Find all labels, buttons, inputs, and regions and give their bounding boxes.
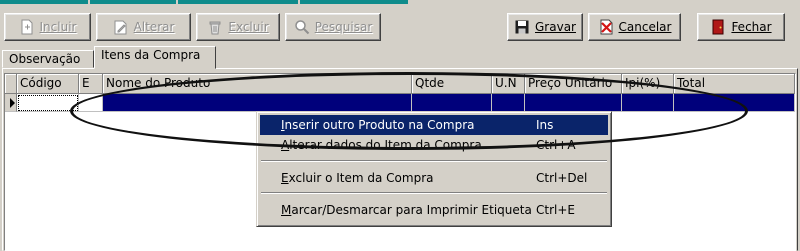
menu-item-excluir-item[interactable]: Excluir o Item da Compra Ctrl+Del (260, 168, 608, 188)
excluir-button[interactable]: Excluir (196, 13, 280, 41)
menu-item-shortcut: Ctrl+A (536, 138, 576, 152)
trash-icon (207, 19, 223, 35)
gravar-button[interactable]: Gravar (507, 13, 583, 41)
menu-item-shortcut: Ins (536, 118, 554, 132)
menu-item-marcar-etiqueta[interactable]: Marcar/Desmarcar para Imprimir Etiqueta … (260, 200, 608, 220)
pesquisar-button[interactable]: Pesquisar (285, 13, 381, 41)
current-row-arrow-icon (10, 98, 15, 108)
cancelar-button[interactable]: Cancelar (588, 13, 681, 41)
column-header-nome-do-produto[interactable]: Nome do Produto (103, 74, 412, 94)
tab-strip: Observação Itens da Compra (0, 46, 800, 69)
cell-qtde[interactable] (412, 94, 492, 112)
menu-item-alterar-item[interactable]: Alterar dados do Item da Compra Ctrl+A (260, 135, 608, 155)
incluir-label: Incluir (39, 20, 77, 34)
menu-item-label: Marcar/Desmarcar para Imprimir Etiqueta (281, 203, 532, 217)
cell-ipi[interactable] (622, 94, 674, 112)
tab-itens-da-compra-label: Itens da Compra (101, 48, 201, 62)
excluir-label: Excluir (228, 20, 269, 34)
tab-observacao-label: Observação (9, 52, 81, 66)
column-header-codigo[interactable]: Código (17, 74, 79, 94)
header-indicator-cell (5, 74, 17, 94)
cell-un[interactable] (492, 94, 525, 112)
table-row[interactable] (5, 94, 795, 112)
tab-observacao[interactable]: Observação (2, 50, 94, 68)
row-indicator (5, 94, 17, 112)
tab-itens-da-compra[interactable]: Itens da Compra (94, 46, 216, 69)
menu-item-label: Alterar dados do Item da Compra (281, 138, 482, 152)
gravar-label: Gravar (535, 20, 576, 34)
cancel-document-icon (598, 19, 614, 35)
column-header-total[interactable]: Total (674, 74, 795, 94)
cell-total[interactable] (674, 94, 795, 112)
pesquisar-label: Pesquisar (314, 20, 373, 34)
cell-nome-do-produto[interactable] (103, 94, 412, 112)
incluir-button[interactable]: Incluir (4, 13, 91, 41)
cancelar-label: Cancelar (618, 20, 672, 34)
column-header-preco-unitario[interactable]: Preço Unitário (525, 74, 622, 94)
menu-item-inserir-produto[interactable]: Inserir outro Produto na Compra Ins (260, 115, 608, 135)
column-header-un[interactable]: U.N (492, 74, 525, 94)
toolbar: Incluir Alterar Excluir Pesquisar Gravar… (0, 4, 800, 46)
column-header-e[interactable]: E (79, 74, 103, 94)
floppy-disk-icon (514, 19, 530, 35)
grid-header: Código E Nome do Produto Qtde U.N Preço … (5, 74, 795, 94)
exit-door-icon (710, 19, 726, 35)
edit-document-icon (113, 19, 129, 35)
fechar-button[interactable]: Fechar (697, 13, 785, 41)
menu-item-label: Excluir o Item da Compra (281, 171, 434, 185)
cell-codigo[interactable] (17, 94, 79, 112)
column-header-ipi[interactable]: Ipi(%) (622, 74, 674, 94)
menu-item-shortcut: Ctrl+Del (536, 171, 588, 185)
cell-preco-unitario[interactable] (525, 94, 622, 112)
menu-separator (261, 160, 607, 162)
context-menu: Inserir outro Produto na Compra Ins Alte… (256, 111, 612, 227)
fechar-label: Fechar (731, 20, 772, 34)
magnifier-icon (294, 19, 310, 35)
menu-item-shortcut: Ctrl+E (536, 203, 575, 217)
new-document-icon (19, 19, 35, 35)
cell-e[interactable] (79, 94, 103, 112)
alterar-label: Alterar (133, 20, 175, 34)
menu-item-label: Inserir outro Produto na Compra (281, 118, 475, 132)
menu-separator (261, 192, 607, 194)
column-header-qtde[interactable]: Qtde (412, 74, 492, 94)
alterar-button[interactable]: Alterar (96, 13, 191, 41)
